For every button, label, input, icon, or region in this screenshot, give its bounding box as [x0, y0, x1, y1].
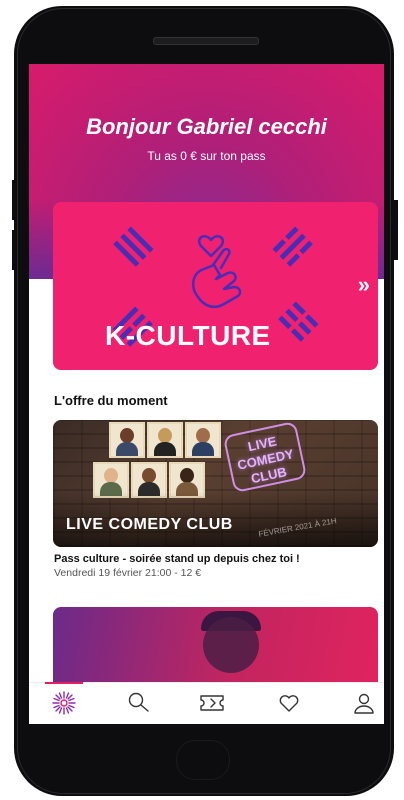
section-title: L'offre du moment	[54, 393, 168, 408]
ticket-icon	[200, 695, 224, 711]
tab-favorites[interactable]	[272, 686, 306, 720]
active-tab-indicator	[45, 682, 83, 684]
tab-home[interactable]	[47, 686, 81, 720]
comedian-photo	[109, 422, 145, 458]
app-screen: Bonjour Gabriel cecchi Tu as 0 € sur ton…	[29, 64, 384, 724]
tab-profile[interactable]	[347, 686, 381, 720]
comedian-photo	[185, 422, 221, 458]
tab-bookings[interactable]	[195, 686, 229, 720]
chevron-right-icon[interactable]: »	[358, 272, 370, 298]
offer-image-title: LIVE COMEDY CLUB	[66, 516, 233, 533]
offer-description: Pass culture - soirée stand up depuis ch…	[54, 553, 300, 565]
phone-home-button	[176, 740, 230, 780]
phone-side-button	[12, 180, 16, 220]
heart-icon	[279, 695, 299, 712]
comedian-photo	[147, 422, 183, 458]
tab-search[interactable]	[122, 686, 156, 720]
person-silhouette	[203, 617, 259, 673]
featured-title: K-CULTURE	[105, 320, 271, 351]
featured-banner[interactable]: K-CULTURE »	[53, 202, 378, 370]
phone-side-button	[394, 200, 398, 260]
search-icon	[128, 692, 149, 712]
user-icon	[354, 693, 374, 714]
offer-card[interactable]	[53, 607, 378, 685]
greeting-title: Bonjour Gabriel cecchi	[86, 114, 327, 139]
phone-side-button	[12, 230, 16, 270]
phone-speaker	[153, 37, 259, 45]
offer-date-price: Vendredi 19 février 21:00 - 12 €	[54, 567, 202, 579]
offer-card[interactable]: LIVE COMEDY CLUB FÉVRIER 2021 À 21H LIVE…	[53, 420, 378, 547]
sunburst-icon	[52, 691, 76, 715]
pass-balance: Tu as 0 € sur ton pass	[147, 149, 266, 163]
